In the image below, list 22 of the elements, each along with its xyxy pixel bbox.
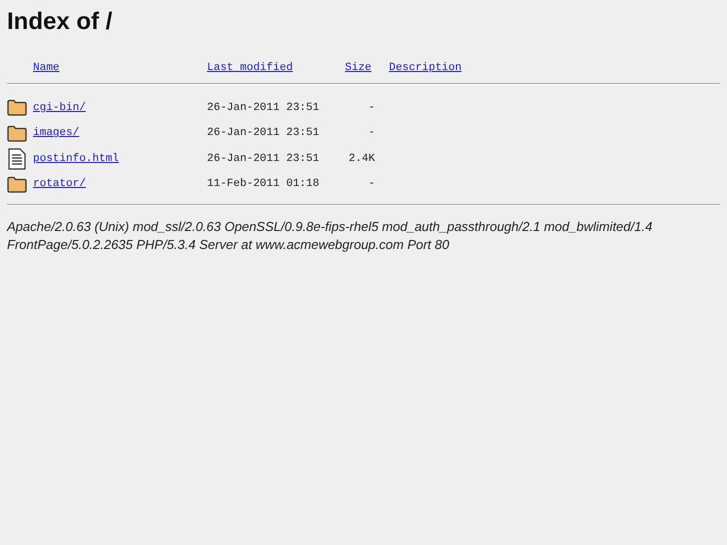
server-signature: Apache/2.0.63 (Unix) mod_ssl/2.0.63 OpenSSL/0.9.8e-fips-rhel5 mod_auth_passthrough/2.1 mod_bwlimited/1.4 FrontPage/5.0.2.2635 PHP/5.3.4 Server at www.acmewebgroup.com Port 80: [7, 218, 654, 254]
modified-date: 26-Jan-2011 23:51: [207, 152, 320, 165]
column-link[interactable]: Size: [345, 62, 375, 74]
folder-icon: [7, 99, 27, 116]
file-size: -: [368, 127, 375, 140]
modified-date: 11-Feb-2011 01:18: [207, 178, 320, 190]
file-size: -: [368, 102, 375, 114]
file-size: 2.4K: [348, 152, 375, 165]
modified-date: 26-Jan-2011 23:51: [207, 102, 320, 114]
file-link[interactable]: rotator/: [33, 178, 207, 190]
file-size: -: [368, 178, 375, 190]
file-link[interactable]: images/: [33, 127, 207, 140]
column-link[interactable]: Name: [33, 62, 207, 74]
file-link[interactable]: postinfo.html: [33, 152, 207, 165]
folder-icon: [7, 176, 27, 193]
file-link[interactable]: cgi-bin/: [33, 102, 207, 114]
page-title: Index of /: [7, 8, 114, 36]
column-link[interactable]: Description: [389, 62, 465, 74]
modified-date: 26-Jan-2011 23:51: [207, 127, 320, 140]
folder-icon: [7, 124, 27, 142]
column-link[interactable]: Last modified: [207, 62, 345, 74]
document-icon: [7, 148, 27, 170]
